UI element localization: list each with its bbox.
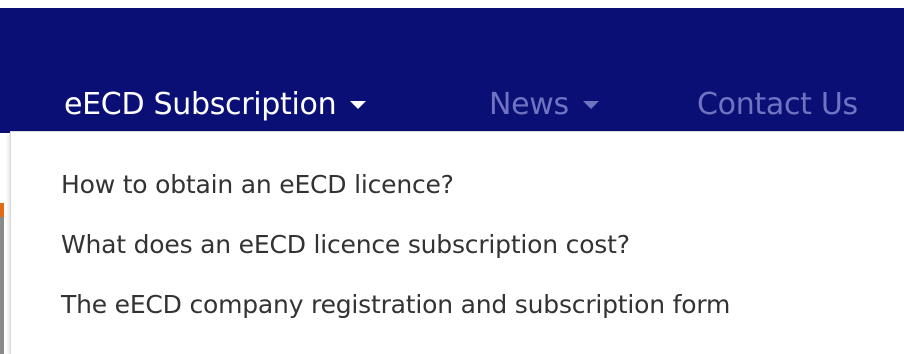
- caret-down-icon: [350, 101, 367, 109]
- background-edge: [0, 133, 8, 354]
- dropdown-item-obtain-licence[interactable]: How to obtain an eECD licence?: [61, 164, 454, 204]
- main-navbar: eECD Subscription News Contact Us: [0, 0, 904, 133]
- nav-item-news[interactable]: News: [489, 84, 599, 124]
- background-accent-orange: [0, 203, 4, 217]
- nav-item-label: eECD Subscription: [64, 86, 337, 122]
- nav-item-contact-us[interactable]: Contact Us: [697, 84, 858, 124]
- dropdown-item-subscription-cost[interactable]: What does an eECD licence subscription c…: [61, 224, 630, 264]
- nav-item-label: Contact Us: [697, 86, 858, 122]
- nav-item-eecd-subscription[interactable]: eECD Subscription: [64, 84, 367, 124]
- background-accent-grey: [0, 217, 4, 354]
- caret-down-icon: [582, 101, 599, 109]
- dropdown-item-registration-form[interactable]: The eECD company registration and subscr…: [61, 284, 730, 324]
- nav-item-label: News: [489, 86, 569, 122]
- subscription-dropdown-menu: How to obtain an eECD licence? What does…: [10, 131, 904, 354]
- navbar-top-border: [0, 0, 904, 8]
